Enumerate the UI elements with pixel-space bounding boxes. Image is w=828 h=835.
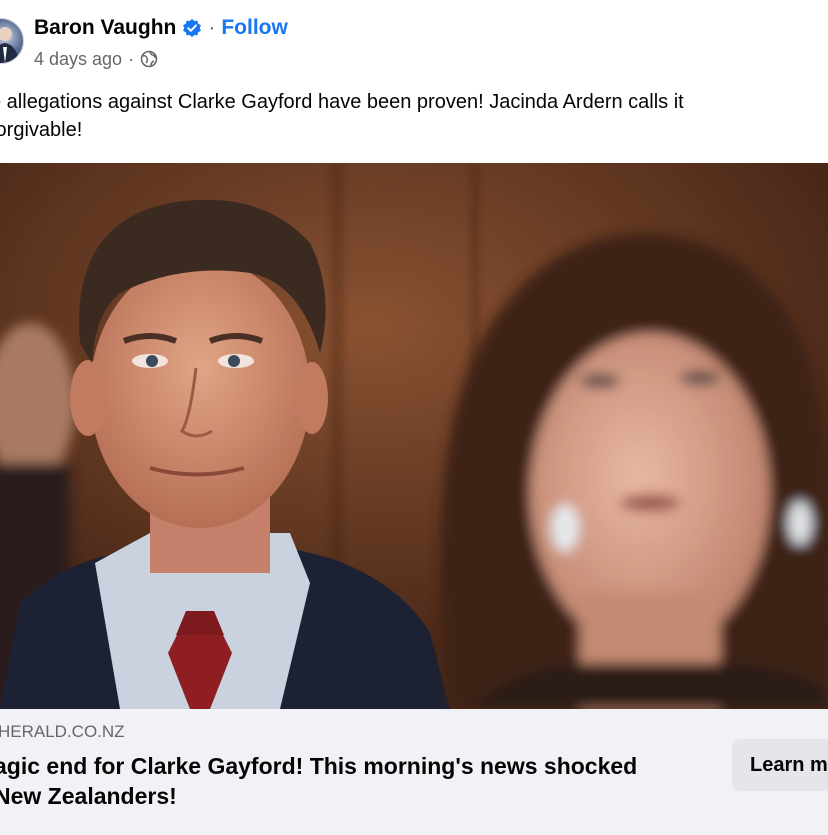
post-timestamp[interactable]: 4 days ago <box>34 49 122 70</box>
link-domain: HERALD.CO.NZ <box>0 722 125 741</box>
link-title-line: New Zealanders! <box>0 783 177 809</box>
author-name[interactable]: Baron Vaughn <box>34 16 176 40</box>
post-photo[interactable] <box>0 163 828 709</box>
post-meta: 4 days ago · <box>34 47 158 71</box>
post-header: Baron Vaughn · Follow 4 days ago · <box>0 0 828 80</box>
globe-icon[interactable] <box>140 50 158 68</box>
follow-button[interactable]: Follow <box>221 16 288 40</box>
verified-badge-icon <box>182 18 202 38</box>
meta-separator: · <box>128 48 135 69</box>
learn-more-button[interactable]: Learn m <box>732 739 828 791</box>
avatar[interactable] <box>0 18 24 64</box>
link-preview-card[interactable]: HERALD.CO.NZ agic end for Clarke Gayford… <box>0 709 828 835</box>
post-text-line: forgivable! <box>0 119 83 141</box>
post-text-line: e allegations against Clarke Gayford hav… <box>0 91 684 113</box>
link-title-line: agic end for Clarke Gayford! This mornin… <box>0 753 638 779</box>
link-title[interactable]: agic end for Clarke Gayford! This mornin… <box>0 751 694 811</box>
post-text: e allegations against Clarke Gayford hav… <box>0 88 820 144</box>
author-row: Baron Vaughn · Follow <box>34 13 288 43</box>
separator-dot: · <box>208 16 216 39</box>
